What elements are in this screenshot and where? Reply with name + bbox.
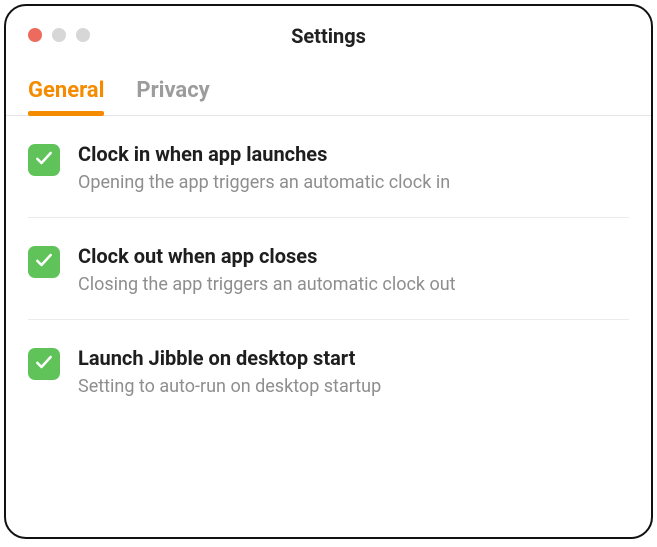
settings-window: Settings General Privacy Clock in when a… — [4, 4, 653, 539]
option-launch-on-start: Launch Jibble on desktop start Setting t… — [28, 320, 629, 421]
option-clock-in-launch: Clock in when app launches Opening the a… — [28, 116, 629, 218]
checkbox-clock-out-close[interactable] — [28, 246, 60, 278]
checkbox-clock-in-launch[interactable] — [28, 144, 60, 176]
tab-privacy[interactable]: Privacy — [136, 78, 209, 115]
options-list: Clock in when app launches Opening the a… — [6, 116, 651, 421]
window-controls — [28, 28, 90, 42]
checkmark-icon — [34, 148, 54, 172]
titlebar: Settings — [6, 6, 651, 58]
tabs: General Privacy — [6, 58, 651, 116]
option-text: Launch Jibble on desktop start Setting t… — [78, 346, 629, 397]
checkmark-icon — [34, 352, 54, 376]
checkbox-launch-on-start[interactable] — [28, 348, 60, 380]
option-text: Clock in when app launches Opening the a… — [78, 142, 629, 193]
option-title: Launch Jibble on desktop start — [78, 346, 629, 370]
option-title: Clock out when app closes — [78, 244, 629, 268]
option-desc: Closing the app triggers an automatic cl… — [78, 274, 629, 295]
tab-general[interactable]: General — [28, 78, 104, 115]
checkmark-icon — [34, 250, 54, 274]
option-title: Clock in when app launches — [78, 142, 629, 166]
option-desc: Setting to auto-run on desktop startup — [78, 376, 629, 397]
window-title: Settings — [26, 24, 631, 48]
option-clock-out-close: Clock out when app closes Closing the ap… — [28, 218, 629, 320]
maximize-window-button[interactable] — [76, 28, 90, 42]
minimize-window-button[interactable] — [52, 28, 66, 42]
option-text: Clock out when app closes Closing the ap… — [78, 244, 629, 295]
close-window-button[interactable] — [28, 28, 42, 42]
option-desc: Opening the app triggers an automatic cl… — [78, 172, 629, 193]
